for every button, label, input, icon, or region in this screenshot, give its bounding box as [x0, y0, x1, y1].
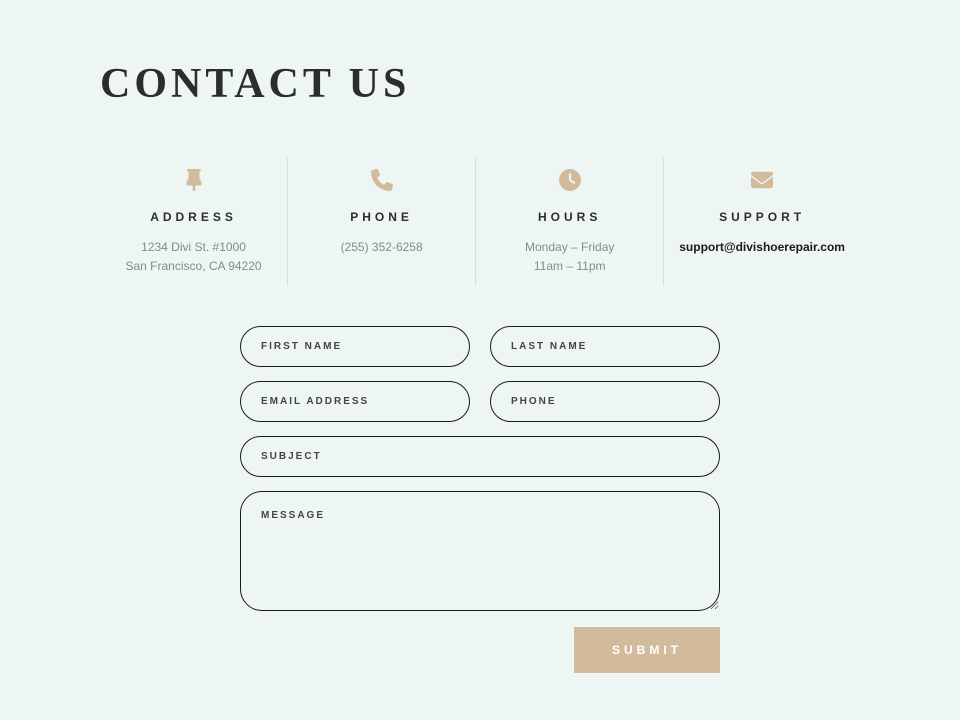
email-input[interactable] [240, 381, 470, 422]
submit-button[interactable]: SUBMIT [574, 627, 720, 673]
contact-info-row: ADDRESS 1234 Divi St. #1000 San Francisc… [100, 158, 860, 286]
clock-icon [491, 168, 648, 192]
hours-line1: Monday – Friday [491, 238, 648, 257]
info-support: SUPPORT support@divishoerepair.com [664, 158, 860, 286]
phone-title: PHONE [303, 210, 460, 224]
pin-icon [115, 168, 272, 192]
address-title: ADDRESS [115, 210, 272, 224]
phone-icon [303, 168, 460, 192]
info-hours: HOURS Monday – Friday 11am – 11pm [476, 158, 664, 286]
hours-line2: 11am – 11pm [491, 257, 648, 276]
info-phone: PHONE (255) 352-6258 [288, 158, 476, 286]
support-title: SUPPORT [679, 210, 845, 224]
address-line2: San Francisco, CA 94220 [115, 257, 272, 276]
first-name-input[interactable] [240, 326, 470, 367]
phone-input[interactable] [490, 381, 720, 422]
contact-form: SUBMIT [240, 326, 720, 673]
page-title: CONTACT US [100, 60, 860, 108]
envelope-icon [679, 168, 845, 192]
phone-value: (255) 352-6258 [303, 238, 460, 257]
message-textarea[interactable] [240, 491, 720, 611]
hours-title: HOURS [491, 210, 648, 224]
subject-input[interactable] [240, 436, 720, 477]
support-email-link[interactable]: support@divishoerepair.com [679, 240, 845, 254]
info-address: ADDRESS 1234 Divi St. #1000 San Francisc… [100, 158, 288, 286]
address-line1: 1234 Divi St. #1000 [115, 238, 272, 257]
last-name-input[interactable] [490, 326, 720, 367]
